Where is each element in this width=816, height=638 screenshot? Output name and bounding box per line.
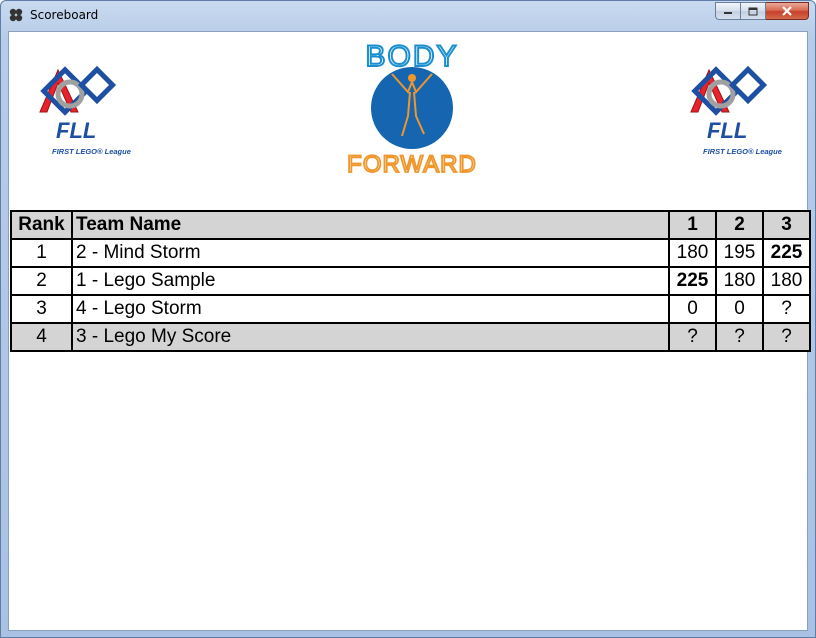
round-3-score: ? — [762, 294, 811, 324]
rank-cell: 3 — [10, 294, 73, 324]
table-row: 2 1 - Lego Sample 225 180 180 — [10, 266, 811, 296]
header-rank: Rank — [10, 210, 73, 240]
fll-logo-left: FLL FIRST LEGO® League — [39, 65, 131, 156]
team-name-cell: 4 - Lego Storm — [71, 294, 670, 324]
table-row: 1 2 - Mind Storm 180 195 225 — [10, 238, 811, 268]
forward-text: FORWARD — [347, 151, 477, 178]
fll-tagline: FIRST LEGO® League — [52, 147, 131, 156]
window-title: Scoreboard — [30, 8, 99, 22]
rank-cell: 2 — [10, 266, 73, 296]
header-round-1: 1 — [668, 210, 717, 240]
fll-wordmark: FLL — [707, 118, 747, 143]
fll-logo-mark — [690, 65, 768, 116]
scoreboard-content: FLL FIRST LEGO® League BODY FORWARD FLL … — [8, 31, 811, 631]
round-1-score: ? — [668, 322, 717, 352]
table-row: 4 3 - Lego My Score ? ? ? — [10, 322, 811, 352]
scoreboard-table: Rank Team Name 1 2 3 1 2 - Mind Storm 18… — [10, 210, 811, 352]
maximize-icon — [748, 7, 758, 15]
header-round-3: 3 — [762, 210, 811, 240]
round-1-score: 0 — [668, 294, 717, 324]
rank-cell: 4 — [10, 322, 73, 352]
fll-logo-right: FLL FIRST LEGO® League — [690, 65, 782, 156]
title-bar[interactable]: Scoreboard — [1, 1, 815, 31]
team-name-cell: 3 - Lego My Score — [71, 322, 670, 352]
round-1-score: 180 — [668, 238, 717, 268]
round-2-score: ? — [715, 322, 764, 352]
maximize-button[interactable] — [741, 2, 766, 20]
minimize-icon — [724, 12, 732, 14]
runner-head — [408, 74, 416, 82]
scoreboard-window: Scoreboard FLL FIRST LEGO® League BODY F… — [0, 0, 816, 638]
table-header-row: Rank Team Name 1 2 3 — [10, 210, 811, 240]
round-3-score: 180 — [762, 266, 811, 296]
body-forward-logo: BODY FORWARD — [346, 39, 477, 179]
rank-cell: 1 — [10, 238, 73, 268]
close-button[interactable] — [766, 2, 809, 20]
round-3-score-best: 225 — [762, 238, 811, 268]
minimize-button[interactable] — [715, 2, 741, 20]
team-name-cell: 1 - Lego Sample — [71, 266, 670, 296]
round-2-score: 180 — [715, 266, 764, 296]
table-row: 3 4 - Lego Storm 0 0 ? — [10, 294, 811, 324]
fll-tagline: FIRST LEGO® League — [703, 147, 782, 156]
header-team-name: Team Name — [71, 210, 670, 240]
team-name-cell: 2 - Mind Storm — [71, 238, 670, 268]
round-1-score-best: 225 — [668, 266, 717, 296]
fll-wordmark: FLL — [56, 118, 96, 143]
close-icon — [782, 6, 792, 16]
app-icon — [9, 8, 23, 22]
round-2-score: 0 — [715, 294, 764, 324]
fll-logo-mark — [39, 65, 117, 116]
header-round-2: 2 — [715, 210, 764, 240]
round-2-score: 195 — [715, 238, 764, 268]
round-3-score: ? — [762, 322, 811, 352]
